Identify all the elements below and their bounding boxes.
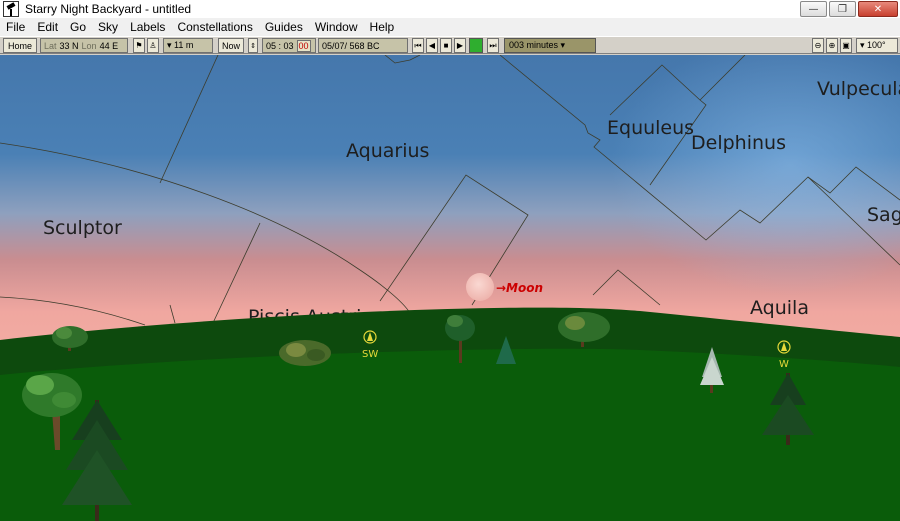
lat-value: 33 N: [59, 40, 79, 51]
menu-window[interactable]: Window: [309, 20, 364, 34]
zoom-out-icon[interactable]: ⊖: [812, 38, 824, 53]
time-value: 05 : 03: [266, 40, 294, 51]
play-icon[interactable]: ▶: [454, 38, 466, 53]
step-forward-icon[interactable]: ⏭: [487, 38, 499, 53]
restore-button[interactable]: ❐: [829, 1, 856, 17]
play-reverse-icon[interactable]: ◀: [426, 38, 438, 53]
window-controls: — ❐ ✕: [800, 1, 898, 17]
time-seconds: 00: [296, 39, 311, 52]
date-field[interactable]: 05/07/ 568 BC: [318, 38, 408, 53]
time-field[interactable]: 05 : 03 00: [262, 38, 316, 53]
label-vulpecula: Vulpecula: [817, 78, 900, 100]
telescope-icon: [3, 1, 19, 17]
restore-icon: ❐: [838, 3, 847, 15]
menu-bar: File Edit Go Sky Labels Constellations G…: [0, 18, 900, 36]
menu-sky[interactable]: Sky: [92, 20, 124, 34]
label-sculptor: Sculptor: [43, 217, 122, 239]
label-aquarius: Aquarius: [346, 140, 429, 162]
window-title: Starry Night Backyard - untitled: [25, 2, 192, 16]
time-stepper-icon[interactable]: ⇕: [248, 38, 258, 53]
step-back-icon[interactable]: ⏮: [412, 38, 424, 53]
lon-value: 44 E: [99, 40, 119, 51]
close-button[interactable]: ✕: [858, 1, 898, 17]
zoom-in-icon[interactable]: ⊕: [826, 38, 838, 53]
menu-help[interactable]: Help: [364, 20, 401, 34]
timestep-select[interactable]: 003 minutes ▾: [504, 38, 596, 53]
label-delphinus: Delphinus: [691, 132, 786, 154]
close-icon: ✕: [873, 3, 883, 15]
location-field[interactable]: Lat 33 N Lon 44 E: [40, 38, 128, 53]
lon-label: Lon: [81, 40, 97, 51]
now-button[interactable]: Now: [218, 38, 244, 53]
moon-label: →Moon: [496, 281, 543, 295]
label-sagitta: Sagitta: [867, 204, 900, 226]
menu-constellations[interactable]: Constellations: [171, 20, 258, 34]
label-equuleus: Equuleus: [607, 117, 694, 139]
label-aquila: Aquila: [750, 297, 809, 319]
menu-guides[interactable]: Guides: [259, 20, 309, 34]
menu-file[interactable]: File: [0, 20, 31, 34]
observer-icon[interactable]: ♙: [147, 38, 159, 53]
title-bar: Starry Night Backyard - untitled — ❐ ✕: [0, 0, 900, 18]
elevation-field[interactable]: ▾ 11 m: [163, 38, 213, 53]
menu-go[interactable]: Go: [64, 20, 92, 34]
minimize-icon: —: [808, 3, 819, 15]
compass-sw-label: SW: [362, 349, 378, 360]
home-button[interactable]: Home: [3, 38, 37, 53]
sky-canvas[interactable]: →Moon Aquarius Equuleus Delphinus Vulpec…: [0, 55, 900, 521]
minimize-button[interactable]: —: [800, 1, 827, 17]
zoom-reset-icon[interactable]: ▣: [840, 38, 852, 53]
stop-icon[interactable]: ■: [440, 38, 452, 53]
menu-labels[interactable]: Labels: [124, 20, 171, 34]
field-of-view-select[interactable]: ▾ 100°: [856, 38, 898, 53]
real-time-indicator[interactable]: [469, 38, 483, 53]
toolbar: Home Lat 33 N Lon 44 E ⚑ ♙ ▾ 11 m Now ⇕ …: [0, 36, 900, 54]
compass-w-label: W: [779, 359, 789, 370]
sky-view[interactable]: →Moon Aquarius Equuleus Delphinus Vulpec…: [0, 55, 900, 521]
viewpoint-icon[interactable]: ⚑: [133, 38, 145, 53]
lat-label: Lat: [44, 40, 57, 51]
moon[interactable]: [466, 273, 494, 301]
menu-edit[interactable]: Edit: [31, 20, 64, 34]
shrub-center-left: [279, 340, 331, 366]
